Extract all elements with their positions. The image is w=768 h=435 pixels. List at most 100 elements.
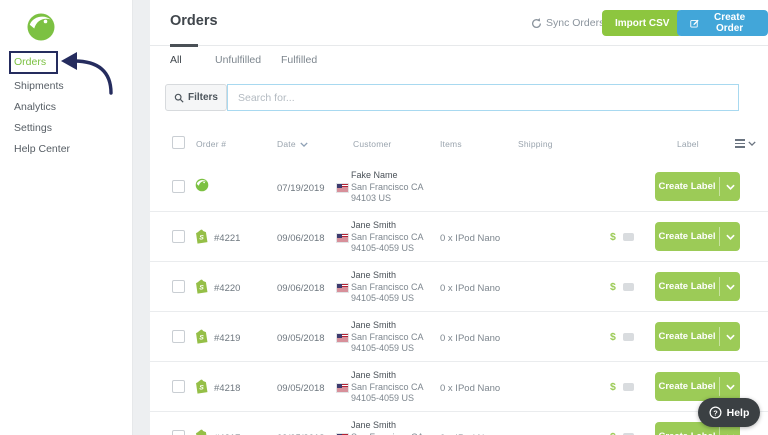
order-number[interactable]: #4220 xyxy=(214,283,240,294)
svg-text:S: S xyxy=(199,334,204,341)
customer-name: Jane Smith xyxy=(351,320,397,330)
help-label: Help xyxy=(726,406,750,419)
create-label-dropdown[interactable] xyxy=(720,322,740,351)
page-title: Orders xyxy=(170,13,218,29)
table-row: S #4219 09/05/2018 Jane Smith San Franci… xyxy=(150,312,768,362)
column-order: Order # xyxy=(196,139,227,149)
row-checkbox[interactable] xyxy=(172,330,185,343)
customer-address-line1: San Francisco CA xyxy=(351,331,424,342)
create-label-dropdown[interactable] xyxy=(720,222,740,251)
tab-fulfilled[interactable]: Fulfilled xyxy=(281,54,317,66)
customer-cell: Fake Name San Francisco CA 94103 US xyxy=(336,170,447,205)
tabbar-divider xyxy=(150,45,768,46)
tab-all[interactable]: All xyxy=(170,54,182,66)
customer-address-line1: San Francisco CA xyxy=(351,231,424,242)
column-customer: Customer xyxy=(353,139,392,149)
chevron-down-icon xyxy=(300,142,308,148)
svg-text:S: S xyxy=(199,234,204,241)
us-flag-icon xyxy=(336,333,349,343)
filters-label: Filters xyxy=(187,92,218,103)
column-shipping: Shipping xyxy=(518,139,553,149)
svg-text:?: ? xyxy=(713,408,718,417)
sync-orders-label: Sync Orders xyxy=(546,17,605,29)
search-icon xyxy=(174,93,184,103)
row-checkbox[interactable] xyxy=(172,180,185,193)
row-checkbox[interactable] xyxy=(172,280,185,293)
help-button[interactable]: ? Help xyxy=(698,398,760,427)
sidebar: Orders Shipments Analytics Settings Help… xyxy=(0,0,133,435)
shipping-rates: $ xyxy=(610,431,634,435)
customer-address-line2: 94105-4059 US xyxy=(351,243,415,253)
sync-orders-button[interactable]: Sync Orders xyxy=(531,17,604,29)
row-checkbox[interactable] xyxy=(172,430,185,435)
import-csv-button[interactable]: Import CSV xyxy=(602,10,683,36)
column-date-sort[interactable]: Date xyxy=(277,139,308,149)
create-label-dropdown[interactable] xyxy=(720,172,740,201)
order-number[interactable]: #4218 xyxy=(214,383,240,394)
search-input[interactable] xyxy=(227,84,739,111)
create-label-text: Create Label xyxy=(658,181,716,192)
select-all-checkbox[interactable] xyxy=(172,136,185,149)
chevron-down-icon xyxy=(725,234,735,240)
shopify-icon: S xyxy=(196,279,208,294)
cheapest-rate-icon: $ xyxy=(610,331,616,343)
pencil-square-icon xyxy=(690,19,699,28)
shopify-icon: S xyxy=(196,429,207,435)
customer-address-line2: 94105-4059 US xyxy=(351,343,415,353)
create-label-button[interactable]: Create Label xyxy=(655,222,740,251)
customer-address-line2: 94105-4059 US xyxy=(351,393,415,403)
create-label-text: Create Label xyxy=(658,231,716,242)
shipping-rates: $ xyxy=(610,231,634,243)
create-label-button[interactable]: Create Label xyxy=(655,272,740,301)
us-flag-icon xyxy=(336,233,349,243)
order-number[interactable]: #4219 xyxy=(214,333,240,344)
shippo-logo[interactable] xyxy=(26,12,56,42)
create-label-text: Create Label xyxy=(658,281,716,292)
filters-button[interactable]: Filters xyxy=(165,84,227,111)
sidebar-item-settings[interactable]: Settings xyxy=(14,122,52,134)
table-row: S #4218 09/05/2018 Jane Smith San Franci… xyxy=(150,362,768,412)
customer-address-line1: San Francisco CA xyxy=(351,281,424,292)
cheapest-rate-icon: $ xyxy=(610,281,616,293)
import-csv-label: Import CSV xyxy=(615,17,670,29)
disabled-rate-icon xyxy=(622,233,634,241)
app-root: Orders Shipments Analytics Settings Help… xyxy=(0,0,768,435)
chevron-down-icon xyxy=(748,141,756,146)
table-options-menu[interactable] xyxy=(735,137,756,150)
us-flag-icon xyxy=(336,283,349,293)
sidebar-item-analytics[interactable]: Analytics xyxy=(14,101,56,113)
create-label-button[interactable]: Create Label xyxy=(655,372,740,401)
disabled-rate-icon xyxy=(622,333,634,341)
create-label-dropdown[interactable] xyxy=(720,372,740,401)
customer-address-line1: San Francisco CA xyxy=(351,181,424,192)
customer-cell: Jane Smith San Francisco CA 94105-4059 U… xyxy=(336,370,447,405)
row-checkbox[interactable] xyxy=(172,380,185,393)
sidebar-item-orders[interactable]: Orders xyxy=(14,56,46,68)
customer-address-line1: San Francisco CA xyxy=(351,381,424,392)
order-date: 09/06/2018 xyxy=(277,233,325,244)
create-order-button[interactable]: Create Order xyxy=(677,10,768,36)
order-items: 0 x IPod Nano xyxy=(440,233,501,244)
order-date: 09/05/2018 xyxy=(277,333,325,344)
shopify-icon: S xyxy=(196,379,208,394)
order-date: 07/19/2019 xyxy=(277,183,325,194)
order-number[interactable]: #4221 xyxy=(214,233,240,244)
sidebar-item-shipments[interactable]: Shipments xyxy=(14,80,64,92)
create-label-button[interactable]: Create Label xyxy=(655,172,740,201)
svg-text:S: S xyxy=(199,284,204,291)
order-items: 0 x IPod Nano xyxy=(440,333,501,344)
chevron-down-icon xyxy=(725,384,735,390)
order-items: 0 x IPod Nano xyxy=(440,383,501,394)
order-date: 09/06/2018 xyxy=(277,283,325,294)
create-order-label: Create Order xyxy=(714,12,746,34)
tab-unfulfilled[interactable]: Unfulfilled xyxy=(215,54,261,66)
row-checkbox[interactable] xyxy=(172,230,185,243)
customer-name: Fake Name xyxy=(351,170,398,180)
table-row: 07/19/2019 Fake Name San Francisco CA 94… xyxy=(150,162,768,212)
customer-cell: Jane Smith San Francisco CA 94105-4059 U… xyxy=(336,220,447,255)
customer-cell: Jane Smith San Francisco CA 94105-4059 U… xyxy=(336,270,447,305)
customer-cell: Jane Smith San Francisco CA 94105-4059 U… xyxy=(336,320,447,355)
create-label-button[interactable]: Create Label xyxy=(655,322,740,351)
create-label-dropdown[interactable] xyxy=(720,272,740,301)
sidebar-item-help-center[interactable]: Help Center xyxy=(14,143,70,155)
